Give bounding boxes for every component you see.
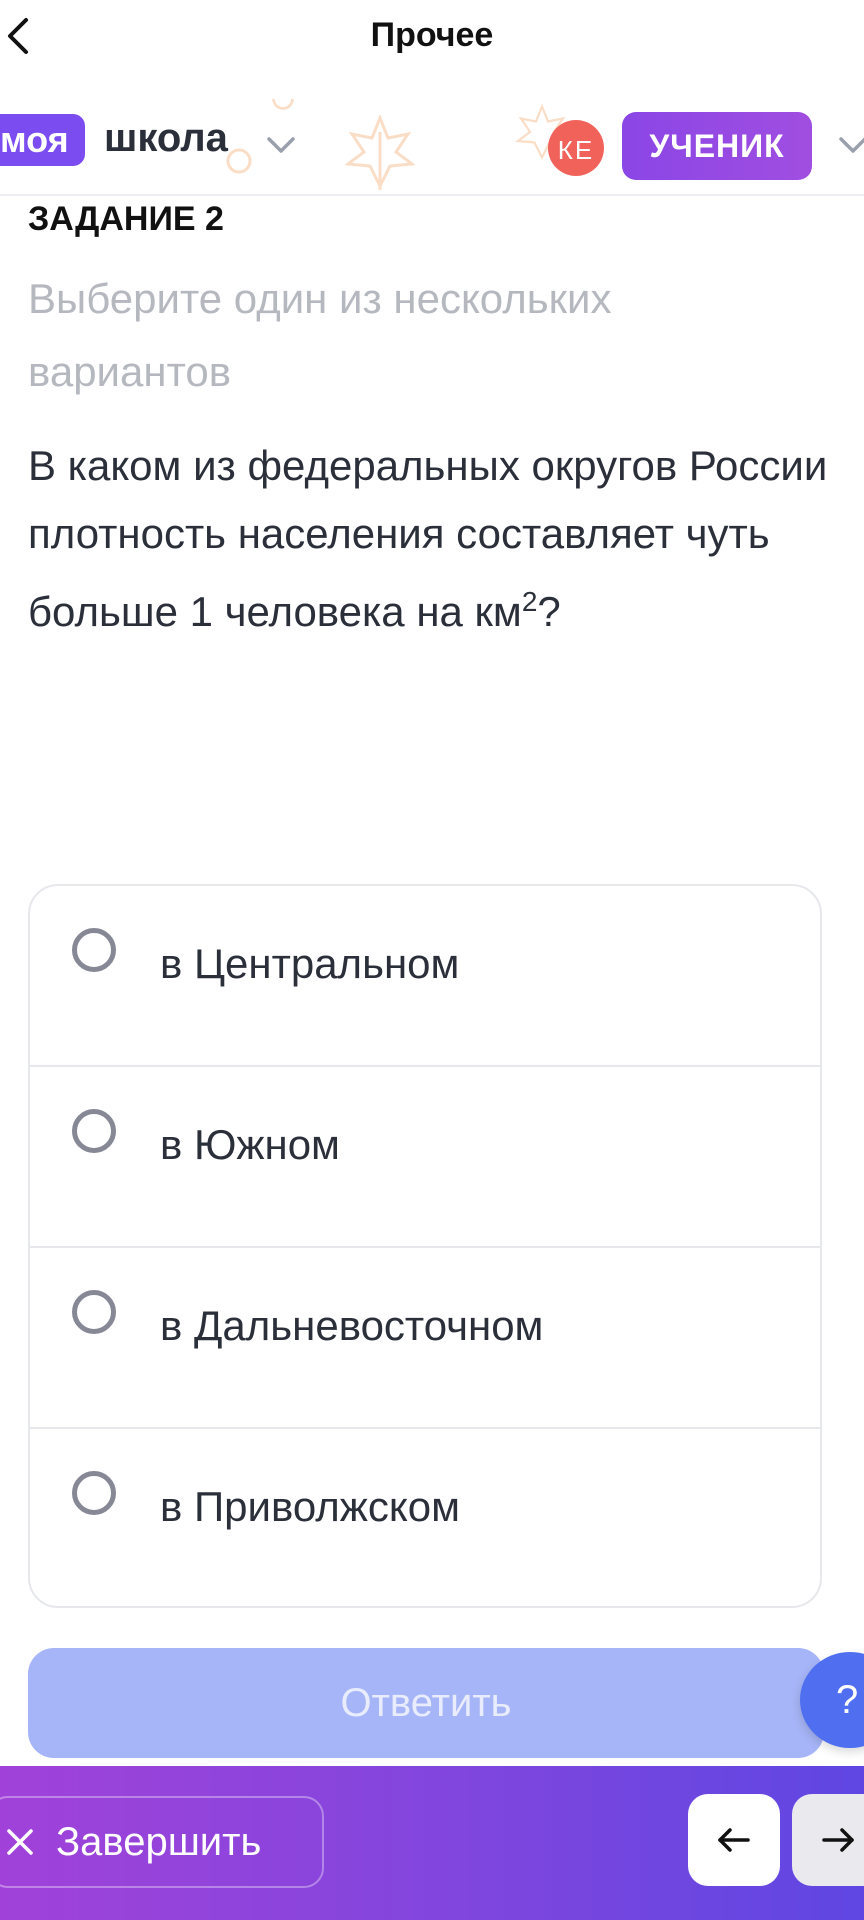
leaf-decoration-icon [343, 113, 417, 190]
previous-task-button[interactable] [688, 1794, 780, 1886]
option-label: в Центральном [160, 940, 460, 987]
option-2[interactable]: в Южном [30, 1067, 820, 1248]
next-task-button[interactable] [792, 1794, 864, 1886]
school-header: моя школа КЕ УЧЕНИК [0, 96, 864, 196]
role-badge[interactable]: УЧЕНИК [622, 112, 812, 180]
logo-moya: моя [0, 114, 85, 166]
question-end: ? [537, 588, 561, 635]
task-hint: Выберите один из нескольких вариантов [28, 275, 612, 395]
finish-button[interactable]: Завершить [0, 1796, 324, 1888]
option-4[interactable]: в Приволжском [30, 1429, 820, 1606]
radio-icon[interactable] [72, 1109, 116, 1153]
option-label: в Дальневосточном [160, 1302, 544, 1349]
radio-icon[interactable] [72, 1471, 116, 1515]
chevron-down-icon[interactable] [266, 136, 296, 154]
top-nav-bar: Прочее [0, 0, 864, 76]
radio-icon[interactable] [72, 1290, 116, 1334]
task-label: ЗАДАНИЕ 2 [28, 200, 224, 238]
chevron-down-icon[interactable] [838, 136, 864, 154]
avatar[interactable]: КЕ [548, 120, 604, 176]
question-text: В каком из федеральных округов России пл… [28, 432, 828, 646]
close-icon [7, 1829, 33, 1855]
answer-options: в Центральном в Южном в Дальневосточном … [28, 884, 822, 1608]
circle-decoration-icon [226, 148, 252, 174]
option-3[interactable]: в Дальневосточном [30, 1248, 820, 1429]
finish-label: Завершить [56, 1819, 262, 1864]
option-label: в Приволжском [160, 1483, 460, 1530]
arrow-right-icon [822, 1828, 854, 1852]
question-body: В каком из федеральных округов России пл… [28, 442, 828, 635]
bottom-action-bar: Завершить [0, 1766, 864, 1920]
arrow-left-icon [718, 1828, 750, 1852]
page-title: Прочее [370, 16, 494, 54]
question-superscript: 2 [521, 586, 538, 617]
option-label: в Южном [160, 1121, 340, 1168]
circle-decoration-icon [272, 98, 294, 110]
logo-shkola: школа [104, 116, 228, 160]
option-1[interactable]: в Центральном [30, 886, 820, 1067]
radio-icon[interactable] [72, 928, 116, 972]
answer-button[interactable]: Ответить [28, 1648, 824, 1758]
